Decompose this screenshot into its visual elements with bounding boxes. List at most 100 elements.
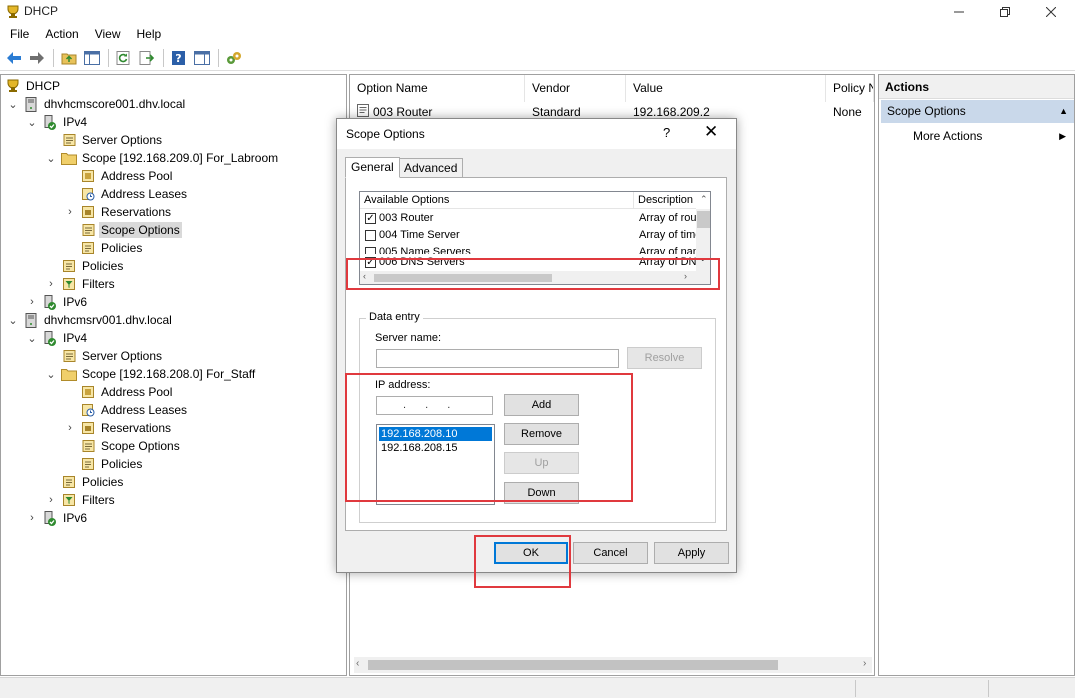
chevron-down-icon[interactable]: ⌄	[45, 152, 57, 165]
restore-icon[interactable]	[982, 0, 1028, 23]
scrollbar-thumb[interactable]	[374, 274, 552, 282]
refresh-icon[interactable]	[113, 47, 135, 69]
actions-section-scope-options[interactable]: Scope Options ▲	[881, 100, 1074, 123]
tree-node-server1[interactable]: ⌄ dhvhcmscore001.dhv.local	[7, 95, 187, 113]
column-header-option-name[interactable]: Option Name	[350, 75, 525, 102]
more-actions-item[interactable]: More Actions ▶	[881, 125, 1074, 147]
tab-advanced[interactable]: Advanced	[398, 158, 464, 179]
option-row-006-dns-servers[interactable]: ✓ 006 DNS Servers Array of DN	[360, 254, 696, 271]
tree-node-server1-scope-policies[interactable]: Policies	[80, 239, 144, 257]
tab-general[interactable]: General	[345, 157, 400, 178]
list-item[interactable]: 192.168.208.10	[379, 427, 492, 441]
scroll-right-icon[interactable]: ›	[863, 658, 866, 669]
tree-node-server2-address-leases[interactable]: Address Leases	[80, 401, 189, 419]
tree-node-server1-scope[interactable]: ⌄ Scope [192.168.209.0] For_Labroom	[45, 149, 280, 167]
menu-help[interactable]: Help	[129, 27, 170, 41]
tree-node-server2-reservations[interactable]: › Reservations	[64, 419, 173, 437]
cancel-button[interactable]: Cancel	[573, 542, 648, 564]
tree-node-server1-reservations[interactable]: › Reservations	[64, 203, 173, 221]
scroll-right-icon[interactable]: ›	[684, 271, 687, 281]
action-pane-icon[interactable]	[191, 47, 213, 69]
tree-node-server1-filters[interactable]: › Filters	[45, 275, 117, 293]
horizontal-scrollbar[interactable]: ‹ ›	[360, 271, 710, 284]
chevron-down-icon[interactable]: ⌄	[7, 314, 19, 327]
tree-node-server1-server-options[interactable]: Server Options	[61, 131, 164, 149]
help-icon[interactable]: ?	[663, 125, 670, 140]
menu-file[interactable]: File	[2, 27, 37, 41]
tree-node-server1-ipv6[interactable]: › IPv6	[26, 293, 89, 311]
tree-node-server2[interactable]: ⌄ dhvhcmsrv001.dhv.local	[7, 311, 174, 329]
chevron-right-icon[interactable]: ›	[64, 422, 76, 434]
chevron-right-icon[interactable]: ›	[26, 512, 38, 524]
column-header-available-options[interactable]: Available Options	[360, 192, 634, 209]
tree-node-server2-scope[interactable]: ⌄ Scope [192.168.208.0] For_Staff	[45, 365, 257, 383]
tree-node-server1-policies[interactable]: Policies	[61, 257, 125, 275]
collapse-up-icon[interactable]: ▲	[1059, 100, 1068, 123]
available-options-list[interactable]: Available Options Description ⌃ ✓ 003 Ro…	[359, 191, 711, 285]
ip-address-input[interactable]: . . .	[376, 396, 493, 415]
menu-action[interactable]: Action	[37, 27, 86, 41]
tree-node-server2-server-options[interactable]: Server Options	[61, 347, 164, 365]
column-header-value[interactable]: Value	[626, 75, 826, 102]
tree-node-server2-filters[interactable]: › Filters	[45, 491, 117, 509]
down-button[interactable]: Down	[504, 482, 579, 504]
tree-node-server2-ipv4[interactable]: ⌄ IPv4	[26, 329, 89, 347]
chevron-right-icon[interactable]: ›	[45, 278, 57, 290]
horizontal-scrollbar[interactable]: ‹ ›	[354, 657, 872, 673]
vertical-scrollbar[interactable]: ⌄	[696, 209, 710, 271]
toolbar-separator	[108, 48, 109, 67]
chevron-right-icon[interactable]: ›	[64, 206, 76, 218]
apply-button[interactable]: Apply	[654, 542, 729, 564]
tree-node-server2-scope-policies[interactable]: Policies	[80, 455, 144, 473]
option-checkbox-checked[interactable]: ✓	[365, 213, 376, 224]
scroll-down-icon[interactable]: ⌄	[699, 253, 707, 264]
ok-button[interactable]: OK	[494, 542, 568, 564]
remove-button[interactable]: Remove	[504, 423, 579, 445]
list-item[interactable]: 192.168.208.15	[379, 441, 492, 455]
close-icon[interactable]	[1028, 0, 1074, 23]
chevron-down-icon[interactable]: ⌄	[26, 116, 38, 129]
tree-node-server1-address-leases[interactable]: Address Leases	[80, 185, 189, 203]
dialog-close-icon[interactable]: ✕	[704, 122, 718, 142]
scrollbar-thumb[interactable]	[697, 211, 710, 228]
tree-node-server1-ipv4[interactable]: ⌄ IPv4	[26, 113, 89, 131]
chevron-right-icon[interactable]: ›	[45, 494, 57, 506]
tree-node-server2-scope-options[interactable]: Scope Options	[80, 437, 182, 455]
tree-node-server2-ipv6[interactable]: › IPv6	[26, 509, 89, 527]
chevron-down-icon[interactable]: ⌄	[7, 98, 19, 111]
scroll-left-icon[interactable]: ‹	[356, 658, 359, 669]
add-button[interactable]: Add	[504, 394, 579, 416]
forward-arrow-icon[interactable]	[26, 47, 48, 69]
column-header-policy-name[interactable]: Policy N	[826, 75, 874, 102]
column-header-vendor[interactable]: Vendor	[525, 75, 626, 102]
tree-node-server2-address-pool[interactable]: Address Pool	[80, 383, 174, 401]
export-list-icon[interactable]	[136, 47, 158, 69]
option-row-003-router[interactable]: ✓ 003 Router Array of rout	[360, 210, 697, 227]
option-checkbox[interactable]	[365, 230, 376, 241]
tree-node-server2-policies[interactable]: Policies	[61, 473, 125, 491]
menu-view[interactable]: View	[87, 27, 129, 41]
minimize-icon[interactable]	[936, 0, 982, 23]
option-row-004-time-server[interactable]: 004 Time Server Array of time	[360, 227, 697, 244]
ip-address-list[interactable]: 192.168.208.10 192.168.208.15	[376, 424, 495, 505]
column-header-description[interactable]: Description	[634, 192, 696, 209]
console-tree-icon[interactable]	[81, 47, 103, 69]
server-name-input[interactable]	[376, 349, 619, 368]
up-folder-icon[interactable]	[58, 47, 80, 69]
scroll-left-icon[interactable]: ‹	[363, 271, 366, 281]
help-icon[interactable]: ?	[168, 47, 190, 69]
scroll-up-icon[interactable]: ⌃	[700, 194, 708, 205]
chevron-down-icon[interactable]: ⌄	[26, 332, 38, 345]
tree-node-dhcp[interactable]: DHCP	[5, 77, 62, 95]
resolve-button[interactable]: Resolve	[627, 347, 702, 369]
chevron-down-icon[interactable]: ⌄	[45, 368, 57, 381]
tree-node-server1-scope-options[interactable]: Scope Options	[80, 221, 182, 239]
chevron-right-icon[interactable]: ›	[26, 296, 38, 308]
tree-label: Reservations	[101, 205, 172, 219]
option-checkbox-checked[interactable]: ✓	[365, 257, 376, 268]
back-arrow-icon[interactable]	[3, 47, 25, 69]
scrollbar-thumb[interactable]	[368, 660, 778, 670]
tree-node-server1-address-pool[interactable]: Address Pool	[80, 167, 174, 185]
dhcp-server-icon[interactable]	[223, 47, 245, 69]
up-button[interactable]: Up	[504, 452, 579, 474]
